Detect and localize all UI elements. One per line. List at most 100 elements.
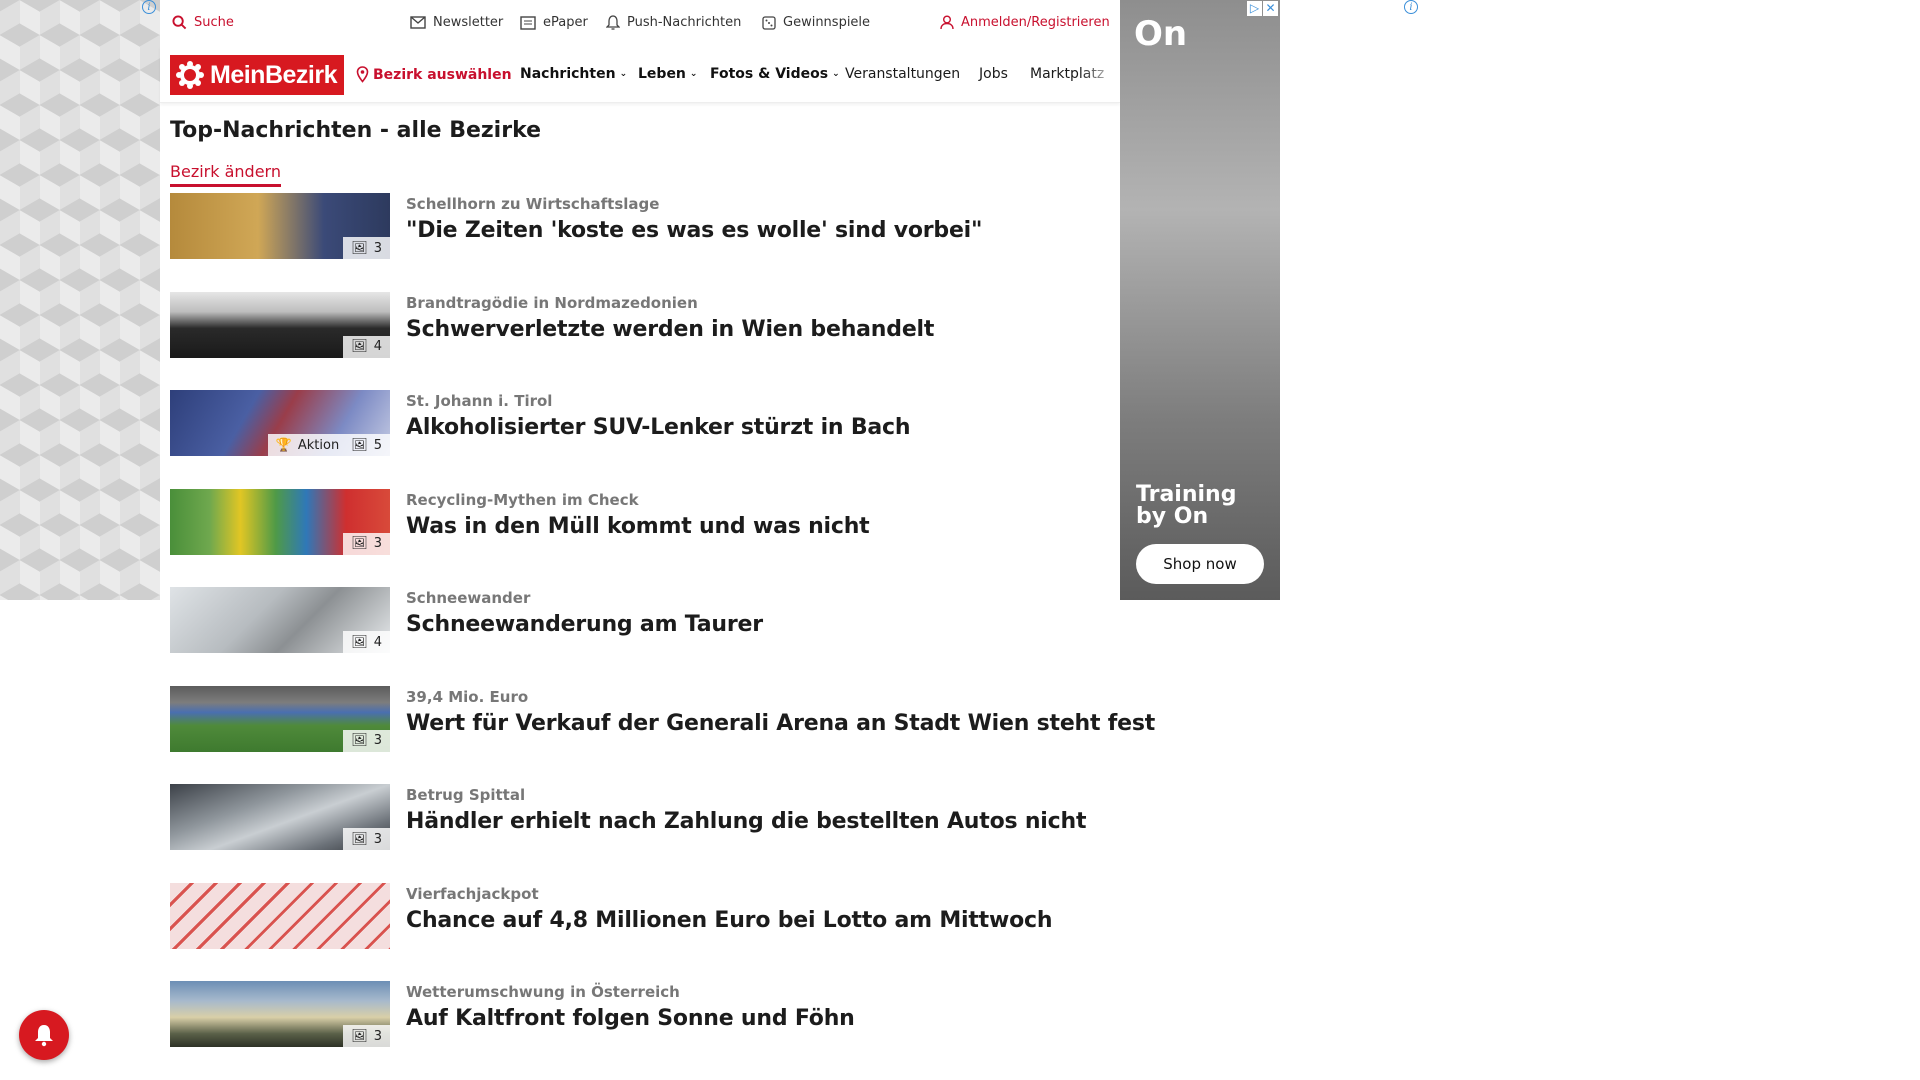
change-bezirk-link[interactable]: Bezirk ändern (170, 162, 281, 187)
top-bar: Suche Newsletter ePaper Push-Nachrichten… (160, 0, 1120, 46)
article-item[interactable]: 🏆 Aktion 🖼 5 St. Johann i. Tirol Alkohol… (170, 390, 1110, 489)
search-link[interactable]: Suche (172, 15, 234, 30)
login-link[interactable]: Anmelden/Registrieren (940, 15, 1110, 30)
image-count-badge: 🖼 4 (343, 335, 390, 358)
nav-nachrichten[interactable]: Nachrichten ⌄ (520, 66, 627, 82)
nav-fade-overlay (1080, 56, 1120, 96)
images-icon: 🖼 (351, 339, 368, 354)
article-thumbnail[interactable]: 🖼 3 (170, 193, 390, 259)
notification-bell-button[interactable] (19, 1010, 69, 1060)
main-content: Suche Newsletter ePaper Push-Nachrichten… (160, 0, 1155, 1080)
article-list: 🖼 3 Schellhorn zu Wirtschaftslage "Die Z… (170, 193, 1155, 1080)
article-kicker: Brandtragödie in Nordmazedonien (406, 293, 698, 312)
article-thumbnail[interactable]: 🖼 3 (170, 685, 390, 752)
article-item[interactable]: 🖼 4 Brandtragödie in Nordmazedonien Schw… (170, 291, 1110, 391)
nav-veranstaltungen-label: Veranstaltungen (845, 66, 961, 82)
ad-controls: ▷ ✕ (1247, 1, 1278, 17)
search-icon (172, 15, 187, 30)
newsletter-link[interactable]: Newsletter (410, 15, 503, 30)
image-count: 4 (373, 634, 382, 650)
bezirk-select-label: Bezirk auswählen (373, 66, 512, 83)
image-count-badge: 🏆 Aktion 🖼 5 (267, 434, 390, 456)
article-kicker: Schneewander (406, 589, 531, 607)
nav-leben-label: Leben (638, 66, 686, 82)
image-count: 3 (373, 1028, 382, 1044)
article-headline[interactable]: Schwerverletzte werden in Wien behandelt (406, 317, 934, 342)
article-kicker: St. Johann i. Tirol (406, 392, 553, 410)
epaper-label: ePaper (543, 15, 588, 30)
article-headline[interactable]: Auf Kaltfront folgen Sonne und Föhn (406, 1006, 855, 1031)
login-label: Anmelden/Registrieren (961, 15, 1110, 30)
ad-info-icon[interactable]: i (142, 0, 156, 14)
images-icon: 🖼 (351, 240, 368, 256)
article-headline[interactable]: Wert für Verkauf der Generali Arena an S… (406, 711, 1155, 736)
user-icon (940, 15, 954, 30)
image-count: 5 (373, 437, 382, 453)
article-item[interactable]: 🖼 3 Schellhorn zu Wirtschaftslage "Die Z… (170, 193, 1110, 292)
aktion-label: Aktion (297, 437, 340, 453)
ad-play-icon[interactable]: ▷ (1247, 1, 1262, 16)
ad-info-icon[interactable]: i (1404, 0, 1418, 14)
chevron-down-icon: ⌄ (689, 69, 698, 79)
article-headline[interactable]: Schneewanderung am Taurer (406, 612, 763, 637)
nav-fotos-videos[interactable]: Fotos & Videos ⌄ (710, 66, 840, 82)
bell-icon (35, 1025, 53, 1047)
article-thumbnail[interactable]: 🖼 3 (170, 488, 390, 555)
ad-shop-now-button[interactable]: Shop now (1136, 544, 1264, 584)
article-item[interactable]: 🖼 3 Wetterumschwung in Österreich Auf Ka… (170, 981, 1110, 1080)
article-thumbnail[interactable]: 🏆 Aktion 🖼 5 (170, 390, 390, 456)
dice-icon (762, 15, 776, 30)
ad-text-line1: Training (1136, 482, 1237, 507)
search-label: Suche (194, 15, 234, 30)
image-count: 3 (373, 240, 382, 256)
article-headline[interactable]: Chance auf 4,8 Millionen Euro bei Lotto … (406, 908, 1053, 933)
ad-close-icon[interactable]: ✕ (1263, 1, 1278, 16)
article-item[interactable]: 🖼 3 Betrug Spittal Händler erhielt nach … (170, 784, 1110, 883)
article-item[interactable]: 🖼 3 39,4 Mio. Euro Wert für Verkauf der … (170, 685, 1155, 785)
logo-text: MeinBezirk (210, 60, 337, 89)
nav-fotos-videos-label: Fotos & Videos (710, 66, 829, 82)
article-thumbnail[interactable] (170, 882, 390, 949)
push-label: Push-Nachrichten (627, 15, 742, 30)
article-headline[interactable]: Was in den Müll kommt und was nicht (406, 514, 870, 539)
article-item[interactable]: 🖼 4 Schneewander Schneewanderung am Taur… (170, 587, 1110, 686)
images-icon: 🖼 (351, 1028, 368, 1044)
images-icon: 🖼 (351, 634, 368, 650)
image-count: 3 (373, 536, 382, 551)
image-count: 3 (373, 831, 382, 847)
article-item[interactable]: Vierfachjackpot Chance auf 4,8 Millionen… (170, 882, 1110, 982)
article-item[interactable]: 🖼 3 Recycling-Mythen im Check Was in den… (170, 488, 1110, 588)
ad-text-line2: by On (1136, 504, 1209, 529)
page-title: Top-Nachrichten - alle Bezirke (170, 118, 542, 143)
article-kicker: Wetterumschwung in Österreich (406, 983, 680, 1001)
article-headline[interactable]: Händler erhielt nach Zahlung die bestell… (406, 809, 1086, 834)
images-icon: 🖼 (351, 831, 368, 847)
trophy-icon: 🏆 (275, 437, 292, 453)
article-kicker: 39,4 Mio. Euro (406, 687, 529, 706)
image-count-badge: 🖼 4 (343, 631, 390, 653)
nav-leben[interactable]: Leben ⌄ (638, 66, 697, 82)
article-thumbnail[interactable]: 🖼 3 (170, 784, 390, 850)
nav-veranstaltungen[interactable]: Veranstaltungen (845, 66, 960, 82)
nav-jobs-label: Jobs (979, 66, 1008, 82)
article-thumbnail[interactable]: 🖼 4 (170, 291, 390, 358)
image-count-badge: 🖼 3 (343, 729, 390, 752)
article-kicker: Vierfachjackpot (406, 884, 539, 903)
background-pattern (0, 0, 160, 600)
meinbezirk-logo[interactable]: MeinBezirk (170, 55, 344, 95)
article-headline[interactable]: "Die Zeiten 'koste es was es wolle' sind… (406, 218, 982, 243)
image-count-badge: 🖼 3 (343, 532, 390, 555)
gewinnspiele-label: Gewinnspiele (783, 15, 871, 30)
epaper-link[interactable]: ePaper (520, 15, 588, 30)
gewinnspiele-link[interactable]: Gewinnspiele (762, 15, 870, 30)
advertisement-banner[interactable]: On ▷ ✕ Training by On Shop now (1120, 0, 1280, 600)
nav-jobs[interactable]: Jobs (979, 66, 1008, 82)
chevron-down-icon: ⌄ (832, 69, 840, 79)
bell-icon (606, 15, 620, 30)
article-thumbnail[interactable]: 🖼 3 (170, 981, 390, 1047)
article-headline[interactable]: Alkoholisierter SUV-Lenker stürzt in Bac… (406, 415, 911, 440)
newsletter-label: Newsletter (433, 15, 504, 30)
push-link[interactable]: Push-Nachrichten (606, 15, 741, 30)
article-thumbnail[interactable]: 🖼 4 (170, 587, 390, 653)
bezirk-select[interactable]: Bezirk auswählen (356, 66, 512, 83)
